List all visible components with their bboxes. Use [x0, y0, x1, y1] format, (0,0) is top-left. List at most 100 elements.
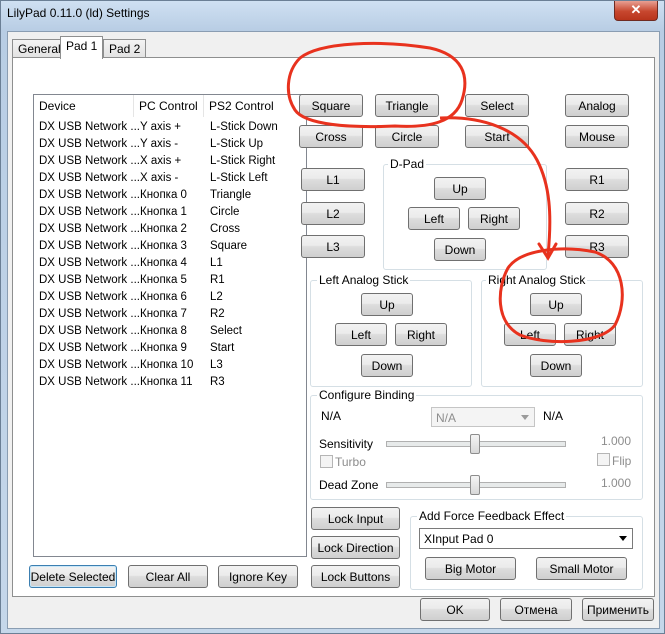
- dpad-down-button[interactable]: Down: [434, 238, 486, 261]
- table-row[interactable]: DX USB Network ... Кнопка 2 Cross: [34, 221, 306, 238]
- binding-list[interactable]: Device PC Control PS2 Control DX USB Net…: [33, 94, 307, 557]
- pc-control-cell: Кнопка 8: [140, 325, 187, 337]
- ps2-control-cell: L-Stick Left: [210, 172, 268, 184]
- table-row[interactable]: DX USB Network ... Кнопка 1 Circle: [34, 204, 306, 221]
- turbo-checkbox: [320, 455, 333, 468]
- table-row[interactable]: DX USB Network ... Кнопка 3 Square: [34, 238, 306, 255]
- r1-button[interactable]: R1: [565, 168, 629, 191]
- dead-zone-value: 1.000: [601, 476, 632, 490]
- device-cell: DX USB Network ...: [39, 172, 140, 184]
- apply-button[interactable]: Применить: [582, 598, 654, 621]
- ps2-control-cell: Select: [210, 325, 242, 337]
- mouse-button[interactable]: Mouse: [565, 125, 629, 148]
- right-stick-up-button[interactable]: Up: [530, 293, 582, 316]
- column-header-ps2-control[interactable]: PS2 Control: [204, 95, 306, 117]
- right-stick-left-button[interactable]: Left: [504, 323, 556, 346]
- left-stick-up-button[interactable]: Up: [361, 293, 413, 316]
- pc-control-cell: Кнопка 5: [140, 274, 187, 286]
- table-row[interactable]: DX USB Network ... Кнопка 0 Triangle: [34, 187, 306, 204]
- r2-button[interactable]: R2: [565, 202, 629, 225]
- pc-control-cell: Y axis +: [140, 121, 182, 133]
- pc-control-cell: Кнопка 7: [140, 308, 187, 320]
- binding-combo-value: N/A: [436, 411, 457, 425]
- right-stick-label: Right Analog Stick: [486, 273, 588, 287]
- cross-button[interactable]: Cross: [299, 125, 363, 148]
- dpad-right-button[interactable]: Right: [468, 207, 520, 230]
- left-stick-label: Left Analog Stick: [317, 273, 411, 287]
- force-feedback-group: Add Force Feedback Effect XInput Pad 0 B…: [410, 509, 643, 590]
- device-cell: DX USB Network ...: [39, 155, 140, 167]
- tab-pad-2[interactable]: Pad 2: [103, 39, 147, 58]
- table-row[interactable]: DX USB Network ... Y axis + L-Stick Down: [34, 119, 306, 136]
- ps2-control-cell: L1: [210, 257, 223, 269]
- tab-pad-1[interactable]: Pad 1: [60, 36, 104, 59]
- column-header-device[interactable]: Device: [34, 95, 134, 117]
- left-stick-down-button[interactable]: Down: [361, 354, 413, 377]
- table-row[interactable]: DX USB Network ... X axis + L-Stick Right: [34, 153, 306, 170]
- start-button[interactable]: Start: [465, 125, 529, 148]
- right-stick-down-button[interactable]: Down: [530, 354, 582, 377]
- l1-button[interactable]: L1: [301, 168, 365, 191]
- table-row[interactable]: DX USB Network ... Кнопка 8 Select: [34, 323, 306, 340]
- pc-control-cell: Кнопка 10: [140, 359, 194, 371]
- pad-1-page: Device PC Control PS2 Control DX USB Net…: [12, 57, 655, 597]
- clear-all-button[interactable]: Clear All: [128, 565, 208, 588]
- table-row[interactable]: DX USB Network ... Y axis - L-Stick Up: [34, 136, 306, 153]
- lock-buttons-button[interactable]: Lock Buttons: [311, 565, 400, 588]
- window-title: LilyPad 0.11.0 (ld) Settings: [7, 6, 150, 20]
- triangle-button[interactable]: Triangle: [375, 94, 439, 117]
- table-row[interactable]: DX USB Network ... Кнопка 7 R2: [34, 306, 306, 323]
- lock-input-button[interactable]: Lock Input: [311, 507, 400, 530]
- force-feedback-device-select[interactable]: XInput Pad 0: [419, 528, 633, 549]
- left-stick-left-button[interactable]: Left: [335, 323, 387, 346]
- analog-button[interactable]: Analog: [565, 94, 629, 117]
- pc-control-cell: Кнопка 2: [140, 223, 187, 235]
- select-button[interactable]: Select: [465, 94, 529, 117]
- dpad-left-button[interactable]: Left: [408, 207, 460, 230]
- close-button[interactable]: ✕: [614, 1, 658, 21]
- configure-binding-label: Configure Binding: [317, 388, 417, 402]
- pc-control-cell: Кнопка 6: [140, 291, 187, 303]
- chevron-down-icon: [521, 415, 529, 420]
- table-row[interactable]: DX USB Network ... Кнопка 4 L1: [34, 255, 306, 272]
- device-cell: DX USB Network ...: [39, 240, 140, 252]
- tab-general[interactable]: General: [12, 39, 67, 58]
- square-button[interactable]: Square: [299, 94, 363, 117]
- turbo-label: Turbo: [335, 455, 366, 469]
- force-feedback-device-value: XInput Pad 0: [424, 532, 494, 546]
- circle-button[interactable]: Circle: [375, 125, 439, 148]
- left-stick-right-button[interactable]: Right: [395, 323, 447, 346]
- pc-control-cell: Кнопка 11: [140, 376, 193, 388]
- big-motor-button[interactable]: Big Motor: [425, 557, 516, 580]
- right-stick-right-button[interactable]: Right: [564, 323, 616, 346]
- small-motor-button[interactable]: Small Motor: [536, 557, 627, 580]
- dpad-group: D-Pad Up Left Right Down: [383, 157, 547, 270]
- title-bar[interactable]: LilyPad 0.11.0 (ld) Settings ✕: [1, 1, 664, 29]
- table-row[interactable]: DX USB Network ... X axis - L-Stick Left: [34, 170, 306, 187]
- lock-direction-button[interactable]: Lock Direction: [311, 536, 400, 559]
- delete-selected-button[interactable]: Delete Selected: [29, 565, 117, 588]
- left-stick-group: Left Analog Stick Up Left Right Down: [310, 273, 472, 387]
- table-row[interactable]: DX USB Network ... Кнопка 9 Start: [34, 340, 306, 357]
- ignore-key-button[interactable]: Ignore Key: [218, 565, 298, 588]
- l2-button[interactable]: L2: [301, 202, 365, 225]
- pc-control-cell: Кнопка 1: [140, 206, 187, 218]
- table-row[interactable]: DX USB Network ... Кнопка 10 L3: [34, 357, 306, 374]
- device-cell: DX USB Network ...: [39, 138, 140, 150]
- r3-button[interactable]: R3: [565, 235, 629, 258]
- device-cell: DX USB Network ...: [39, 359, 140, 371]
- ok-button[interactable]: OK: [420, 598, 490, 621]
- dpad-up-button[interactable]: Up: [434, 177, 486, 200]
- cancel-button[interactable]: Отмена: [500, 598, 572, 621]
- table-row[interactable]: DX USB Network ... Кнопка 11 R3: [34, 374, 306, 391]
- right-stick-group: Right Analog Stick Up Left Right Down: [481, 273, 643, 387]
- device-cell: DX USB Network ...: [39, 274, 140, 286]
- chevron-down-icon: [619, 536, 627, 541]
- l3-button[interactable]: L3: [301, 235, 365, 258]
- column-header-pc-control[interactable]: PC Control: [134, 95, 204, 117]
- binding-na-right: N/A: [543, 409, 564, 423]
- configure-binding-group: Configure Binding N/A N/A N/A Sensitivit…: [310, 388, 643, 500]
- table-row[interactable]: DX USB Network ... Кнопка 6 L2: [34, 289, 306, 306]
- device-cell: DX USB Network ...: [39, 121, 140, 133]
- table-row[interactable]: DX USB Network ... Кнопка 5 R1: [34, 272, 306, 289]
